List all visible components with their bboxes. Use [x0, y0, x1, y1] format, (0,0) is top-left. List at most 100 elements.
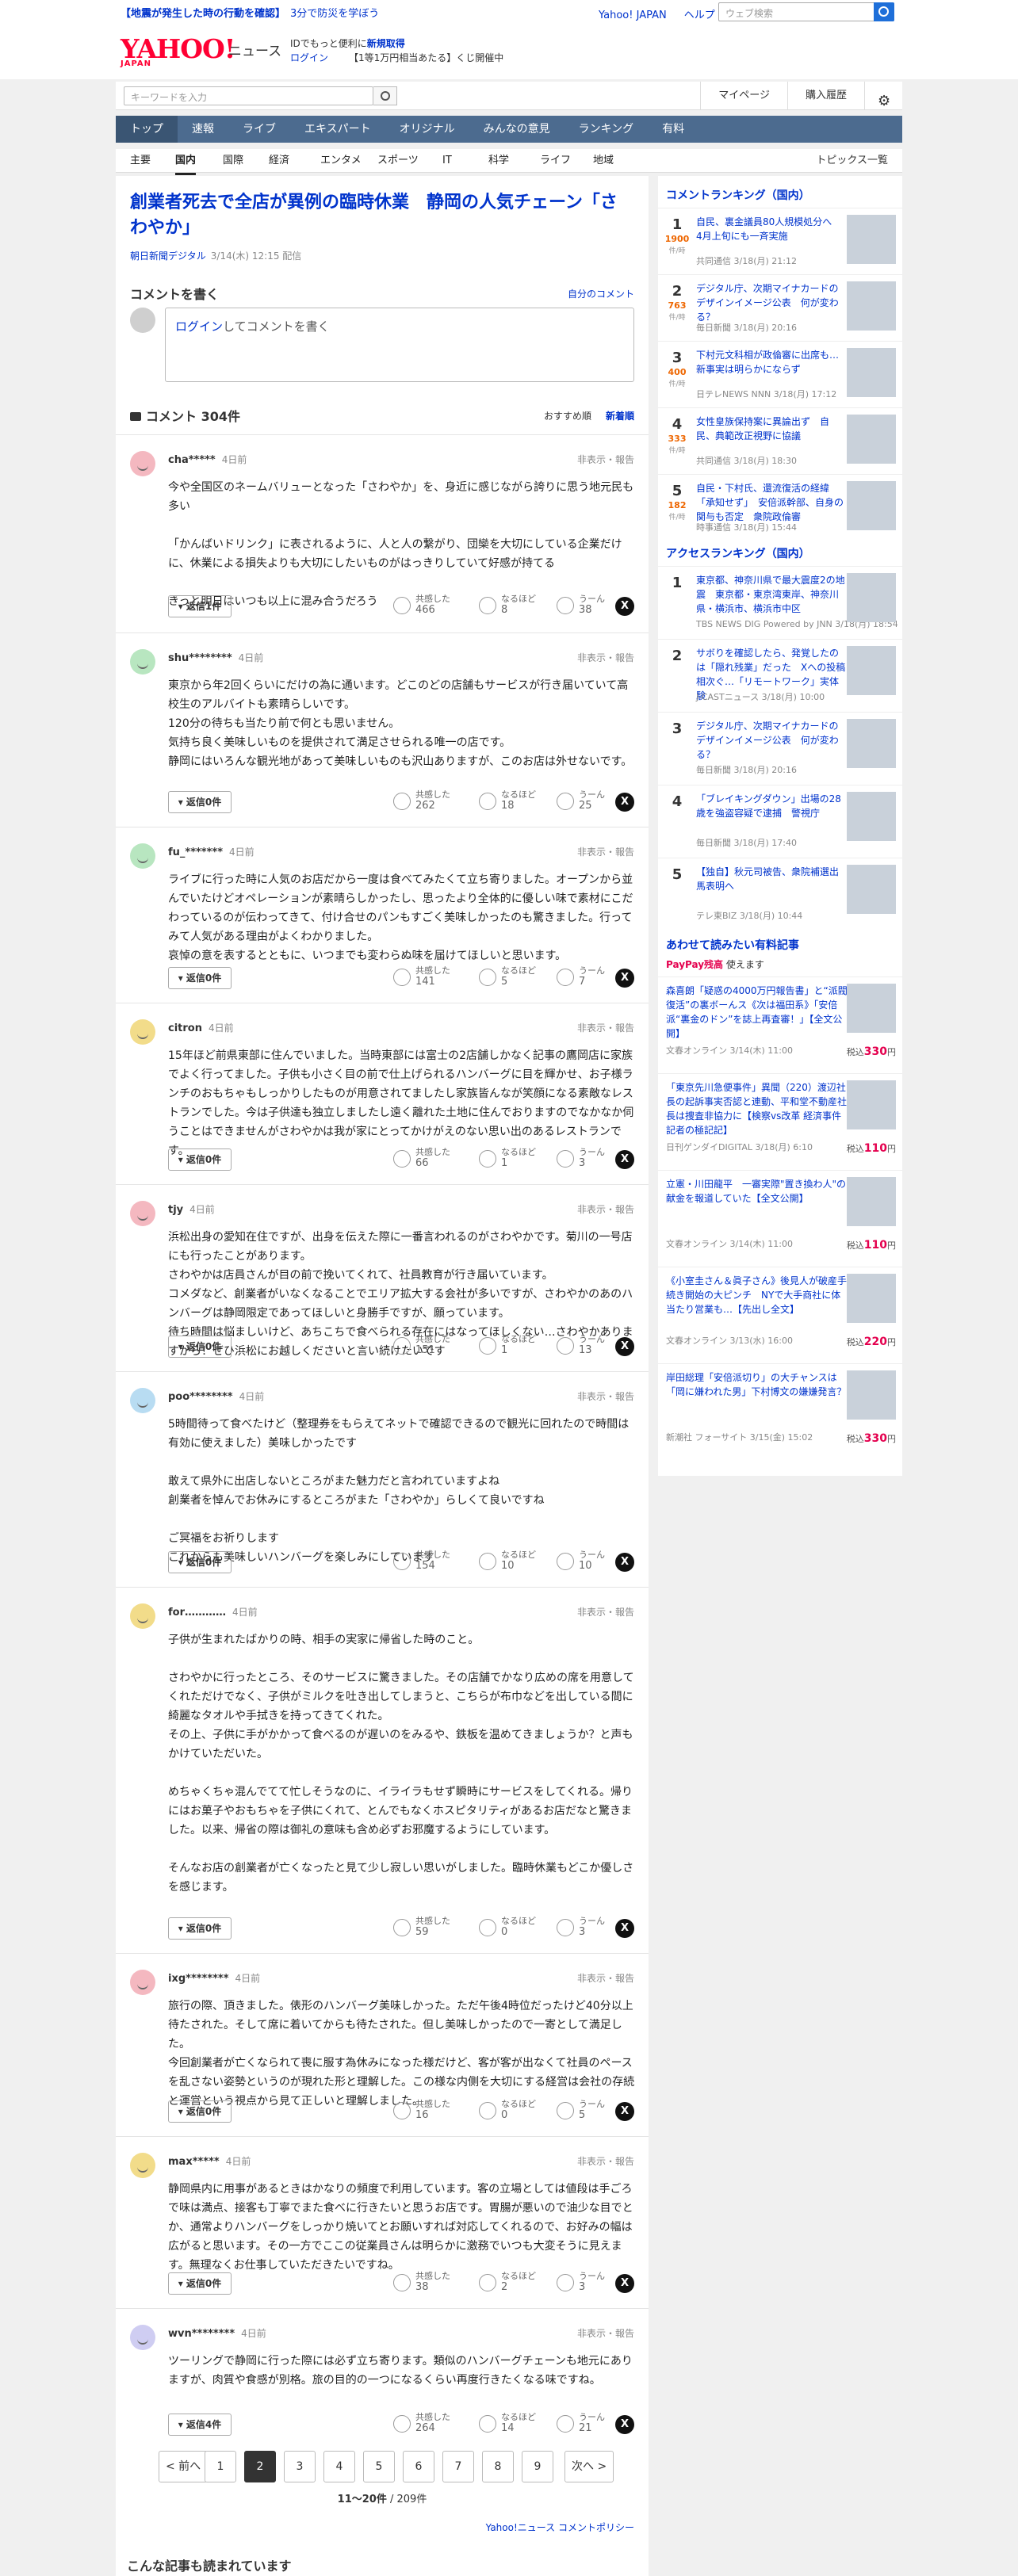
thumbnail-image[interactable]: [847, 984, 896, 1033]
access-ranking-item[interactable]: 4 「ブレイキングダウン」出場の28歳を強盗容疑で逮捕 警視庁 毎日新聞 3/18(…: [658, 785, 902, 858]
signup-link[interactable]: 新規取得: [367, 38, 405, 49]
sort-recommended[interactable]: おすすめ順: [544, 411, 591, 422]
reply-toggle-button[interactable]: 返信0件: [168, 1148, 232, 1171]
nav-tab[interactable]: エキスパート: [290, 116, 385, 143]
thumbnail-image[interactable]: [847, 865, 896, 914]
purchase-history-link[interactable]: 購入履歴: [786, 82, 864, 110]
access-ranking-item[interactable]: 2 サボりを確認したら、発覚したのは「隠れ残業」だった Xへの投稿相次ぐ…「リモー…: [658, 639, 902, 712]
ranking-title[interactable]: 【独自】秋元司被告、衆院補選出馬表明へ: [696, 865, 847, 893]
hide-report-link[interactable]: 非表示・報告: [577, 1021, 634, 1034]
access-ranking-item[interactable]: 1 東京都、神奈川県で最大震度2の地震 東京都・東京湾東岸、神奈川県・横浜市、横浜…: [658, 566, 902, 639]
user-name[interactable]: citron: [168, 1022, 202, 1034]
category-tab[interactable]: スポーツ: [377, 149, 419, 173]
user-name[interactable]: fu_*******: [168, 847, 223, 858]
nav-tab[interactable]: ライブ: [228, 116, 290, 143]
search-icon[interactable]: [373, 86, 397, 105]
x-share-icon[interactable]: X: [615, 793, 634, 812]
nav-tab[interactable]: オリジナル: [385, 116, 469, 143]
nav-tab[interactable]: トップ: [116, 116, 178, 143]
hide-report-link[interactable]: 非表示・報告: [577, 2326, 634, 2340]
page-number-button[interactable]: 7: [442, 2451, 474, 2482]
comment-user[interactable]: tjy 4日前: [168, 1202, 215, 1216]
x-share-icon[interactable]: X: [615, 1150, 634, 1169]
access-ranking-item[interactable]: 3 デジタル庁、次期マイナカードのデザインイメージ公表 何が変わる？ 毎日新聞 3/…: [658, 712, 902, 785]
comment-user[interactable]: poo******** 4日前: [168, 1389, 264, 1403]
web-search-icon[interactable]: [874, 2, 894, 21]
category-tab[interactable]: 国際: [223, 149, 243, 173]
thumbnail-image[interactable]: [847, 1274, 896, 1323]
thumbnail-image[interactable]: [847, 1177, 896, 1226]
reply-toggle-button[interactable]: 返信4件: [168, 2414, 232, 2436]
paid-article-title[interactable]: 岸田総理「安倍派切り」の大チャンスは「岡に嫌われた男」下村博文の嫌嫌発言？: [666, 1370, 848, 1399]
topics-list-link[interactable]: トピックス一覧: [816, 149, 888, 173]
x-share-icon[interactable]: X: [615, 2274, 634, 2293]
service-name[interactable]: ニュース: [228, 40, 281, 59]
page-number-button[interactable]: 3: [284, 2451, 316, 2482]
page-number-button[interactable]: 4: [323, 2451, 355, 2482]
category-tab[interactable]: 主要: [130, 149, 151, 173]
login-link[interactable]: ログイン: [290, 52, 328, 63]
thumbnail-image[interactable]: [847, 415, 896, 464]
ranking-title[interactable]: 自民・下村氏、還流復活の経緯「承知せず」 安倍派幹部、自身の関与も否定 衆院政倫…: [696, 481, 847, 524]
thumbnail-image[interactable]: [847, 646, 896, 695]
user-name[interactable]: poo********: [168, 1391, 233, 1403]
comment-user[interactable]: fu_******* 4日前: [168, 845, 254, 858]
user-name[interactable]: ixg********: [168, 1973, 229, 1985]
reply-toggle-button[interactable]: 返信1件: [168, 595, 232, 617]
reply-toggle-button[interactable]: 返信0件: [168, 2100, 232, 2123]
ranking-title[interactable]: 自民、裏金議員80人規模処分へ 4月上旬にも一斉実施: [696, 215, 847, 243]
comment-user[interactable]: max***** 4日前: [168, 2154, 251, 2168]
category-tab[interactable]: エンタメ: [320, 149, 362, 173]
nav-tab[interactable]: みんなの意見: [469, 116, 564, 143]
ranking-item[interactable]: 3 400 件/時 下村元文科相が政倫審に出席も…新事実は明らかにならず 日テレNEWS…: [658, 341, 902, 407]
ranking-title[interactable]: デジタル庁、次期マイナカードのデザインイメージ公表 何が変わる？: [696, 281, 847, 324]
thumbnail-image[interactable]: [847, 281, 896, 331]
reply-toggle-button[interactable]: 返信0件: [168, 1336, 232, 1358]
user-name[interactable]: for…………: [168, 1607, 226, 1619]
sort-newest[interactable]: 新着順: [606, 411, 634, 422]
alert-title[interactable]: 【地震が発生した時の行動を確認】: [121, 8, 285, 20]
comment-user[interactable]: cha***** 4日前: [168, 453, 247, 466]
access-ranking-item[interactable]: 5 【独自】秋元司被告、衆院補選出馬表明へ テレ東BIZ 3/18(月) 10:44: [658, 858, 902, 931]
yahoo-japan-link[interactable]: Yahoo! JAPAN: [599, 10, 667, 21]
nav-tab[interactable]: ランキング: [564, 116, 649, 143]
comment-user[interactable]: ixg******** 4日前: [168, 1971, 260, 1985]
paid-article-title[interactable]: 《小室圭さん＆眞子さん》後見人が破産手続き開始の大ピンチ NYで大手商社に体当た…: [666, 1274, 848, 1317]
x-share-icon[interactable]: X: [615, 2415, 634, 2434]
access-ranking-title[interactable]: アクセスランキング（国内）: [666, 545, 810, 561]
ranking-item[interactable]: 5 182 件/時 自民・下村氏、還流復活の経緯「承知せず」 安倍派幹部、自身の関与も…: [658, 474, 902, 541]
comment-input[interactable]: ログインしてコメントを書く: [165, 308, 634, 382]
user-name[interactable]: max*****: [168, 2156, 220, 2168]
category-tab[interactable]: 国内: [175, 149, 197, 175]
disaster-alert[interactable]: 【地震が発生した時の行動を確認】 3分で防災を学ぼう: [121, 5, 379, 20]
page-number-button[interactable]: 5: [363, 2451, 395, 2482]
x-share-icon[interactable]: X: [615, 969, 634, 988]
thumbnail-image[interactable]: [847, 215, 896, 264]
ranking-title[interactable]: 「ブレイキングダウン」出場の28歳を強盗容疑で逮捕 警視庁: [696, 792, 847, 820]
hide-report-link[interactable]: 非表示・報告: [577, 2154, 634, 2168]
next-page-button[interactable]: 次へ >: [564, 2451, 614, 2482]
ranking-title[interactable]: 下村元文科相が政倫審に出席も…新事実は明らかにならず: [696, 348, 847, 376]
ranking-item[interactable]: 2 763 件/時 デジタル庁、次期マイナカードのデザインイメージ公表 何が変わる？毎…: [658, 274, 902, 341]
paid-article-item[interactable]: 森喜朗「疑惑の4000万円報告書」と“派閥復活”の裏ボーんス《次は福田系》「安倍…: [658, 977, 902, 1073]
user-name[interactable]: shu********: [168, 652, 232, 664]
page-number-button[interactable]: 1: [205, 2451, 236, 2482]
category-tab[interactable]: 経済: [269, 149, 289, 173]
x-share-icon[interactable]: X: [615, 1337, 634, 1356]
x-share-icon[interactable]: X: [615, 2102, 634, 2121]
nav-tab[interactable]: 速報: [178, 116, 228, 143]
reply-toggle-button[interactable]: 返信0件: [168, 2272, 232, 2295]
thumbnail-image[interactable]: [847, 481, 896, 530]
prev-page-button[interactable]: < 前へ: [159, 2451, 209, 2482]
comment-user[interactable]: shu******** 4日前: [168, 651, 263, 664]
web-search-input[interactable]: ウェブ検索: [718, 2, 894, 21]
hide-report-link[interactable]: 非表示・報告: [577, 845, 634, 858]
thumbnail-image[interactable]: [847, 1080, 896, 1129]
reply-toggle-button[interactable]: 返信0件: [168, 967, 232, 989]
category-tab[interactable]: 科学: [488, 149, 509, 173]
my-comments-link[interactable]: 自分のコメント: [568, 287, 634, 300]
user-name[interactable]: wvn********: [168, 2328, 235, 2340]
page-number-button[interactable]: 9: [522, 2451, 553, 2482]
yahoo-logo[interactable]: YAHOO! JAPAN: [121, 33, 235, 68]
thumbnail-image[interactable]: [847, 719, 896, 768]
